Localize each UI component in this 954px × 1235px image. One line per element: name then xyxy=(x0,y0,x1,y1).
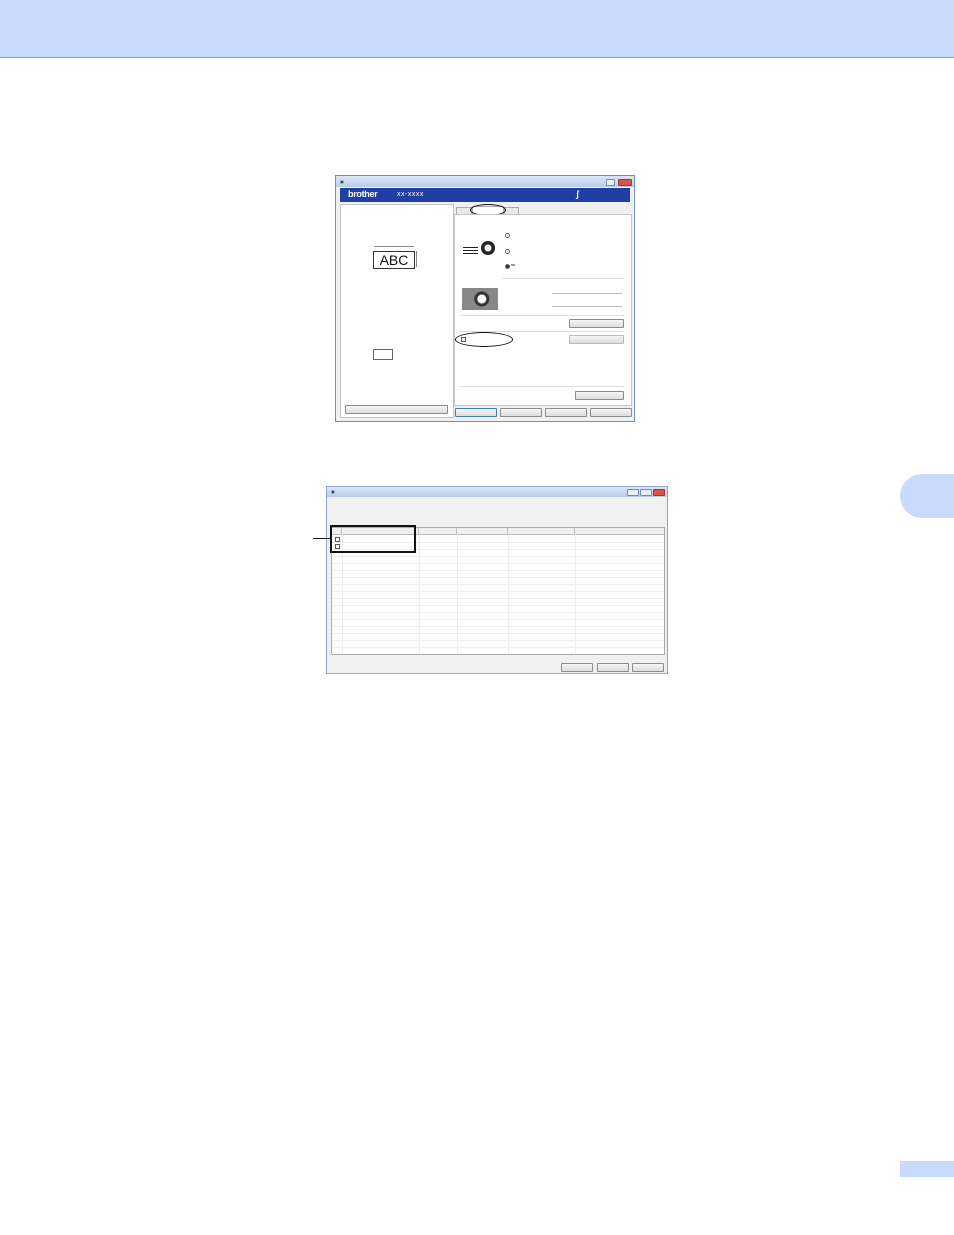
halftone-radio-binary[interactable] xyxy=(505,233,510,238)
halftone-option-error-diffusion xyxy=(511,264,515,266)
option-preview-icon xyxy=(373,349,393,360)
preview-flower-icon xyxy=(481,241,495,255)
brand-banner: brother xx-xxxx ʃ xyxy=(340,188,630,202)
halftone-radio-error-diffusion[interactable] xyxy=(505,264,510,269)
grid-line xyxy=(332,563,664,564)
grid-line xyxy=(332,619,664,620)
minimize-button[interactable] xyxy=(627,489,639,496)
grid-line xyxy=(332,640,664,641)
dialog-titlebar: ▣ xyxy=(336,176,634,187)
preview-line xyxy=(463,253,478,254)
apply-button[interactable] xyxy=(545,408,587,417)
brightness-preview-image xyxy=(462,288,498,310)
grid-line xyxy=(332,626,664,627)
halftone-radio-dither[interactable] xyxy=(505,249,510,254)
grid-line xyxy=(332,591,664,592)
preview-panel: ABC xyxy=(340,204,454,418)
halftone-preview-image xyxy=(462,238,498,259)
maximize-button[interactable] xyxy=(640,489,652,496)
apply-button[interactable] xyxy=(632,663,664,672)
page-number-tab xyxy=(900,1161,954,1177)
separator xyxy=(460,315,624,316)
grid-line xyxy=(332,570,664,571)
contrast-slider[interactable] xyxy=(552,306,622,307)
help-button-bottom[interactable] xyxy=(590,408,632,417)
default-button[interactable] xyxy=(575,391,624,400)
header-blank xyxy=(575,528,664,535)
label-preview: ABC xyxy=(373,251,415,269)
close-button[interactable] xyxy=(653,489,665,496)
printer-list-highlight-box xyxy=(330,525,416,553)
brightness-slider[interactable] xyxy=(552,293,622,294)
header-paper xyxy=(419,528,457,535)
ok-button[interactable] xyxy=(455,408,497,417)
printing-preferences-dialog: ▣ brother xx-xxxx ʃ ABC xyxy=(335,175,635,422)
grid-line xyxy=(332,612,664,613)
callout-line xyxy=(313,538,331,539)
grid-line xyxy=(332,577,664,578)
solutions-icon: ʃ xyxy=(576,189,579,199)
close-button[interactable] xyxy=(618,179,632,186)
cancel-button[interactable] xyxy=(597,663,629,672)
grid-line xyxy=(332,584,664,585)
cancel-button[interactable] xyxy=(500,408,542,417)
grid-line xyxy=(332,598,664,599)
distributed-printing-settings-dialog: ▣ xyxy=(326,486,668,674)
brand-logo: brother xyxy=(348,189,378,199)
height-dimension-line xyxy=(416,251,417,267)
window-icon: ▣ xyxy=(331,489,335,494)
support-button[interactable] xyxy=(345,405,448,414)
header-band xyxy=(0,0,954,58)
width-dimension-line xyxy=(374,246,414,247)
grid-line xyxy=(332,605,664,606)
chapter-tab xyxy=(900,474,954,518)
header-status xyxy=(508,528,575,535)
dialog-titlebar: ▣ xyxy=(327,487,667,497)
grid-line xyxy=(332,647,664,648)
model-name: xx-xxxx xyxy=(397,191,424,198)
separator xyxy=(460,386,624,387)
ok-button[interactable] xyxy=(561,663,593,672)
tape-format-settings-button[interactable] xyxy=(569,319,624,328)
distributed-settings-button[interactable] xyxy=(569,335,624,344)
grid-line xyxy=(332,556,664,557)
separator xyxy=(502,278,624,279)
preview-line xyxy=(463,250,478,251)
header-port-name xyxy=(457,528,508,535)
help-button[interactable] xyxy=(606,179,615,186)
distributed-printing-highlight-oval xyxy=(455,332,513,347)
preview-line xyxy=(463,247,478,248)
window-icon: ▣ xyxy=(340,179,344,184)
grid-line xyxy=(332,633,664,634)
